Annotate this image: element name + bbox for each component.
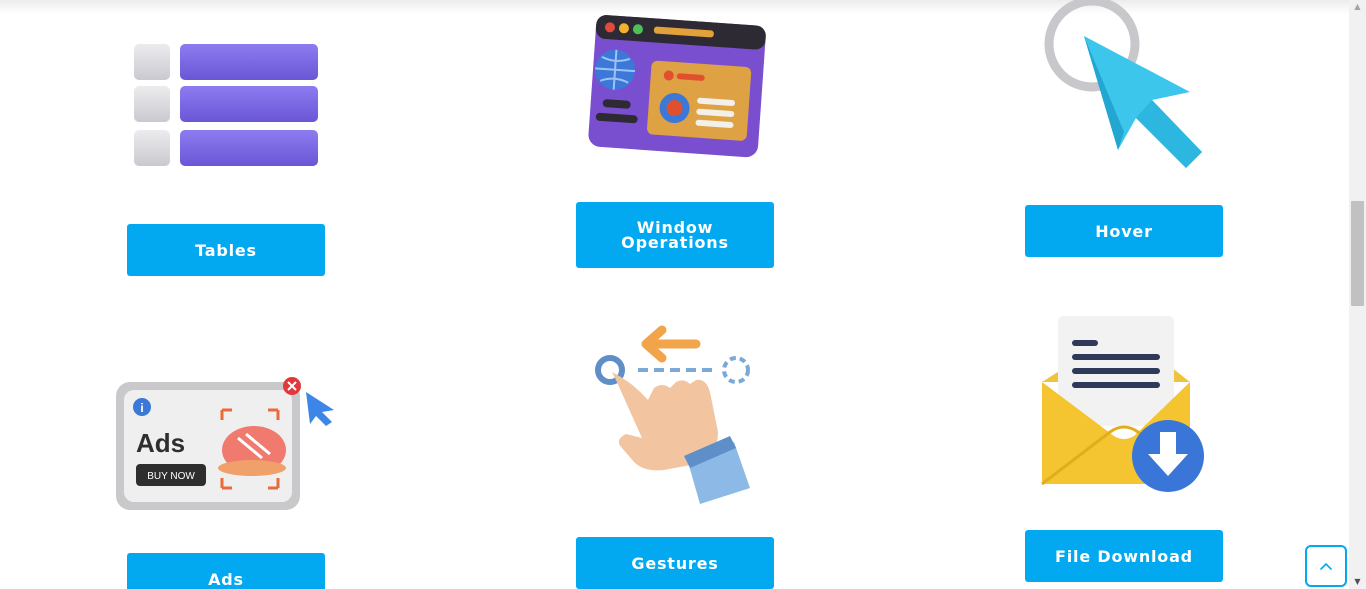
tables-label: Tables <box>195 240 257 260</box>
gestures-label: Gestures <box>631 553 719 573</box>
table-list-icon <box>134 44 318 166</box>
ads-label: Ads <box>208 569 244 589</box>
scroll-up-arrow-icon[interactable]: ▲ <box>1349 0 1366 14</box>
mouse-pointer-icon <box>1044 0 1202 168</box>
window-operations-label-line2: Operations <box>621 233 729 252</box>
ad-buy-now-text: BUY NOW <box>147 471 195 482</box>
swipe-hand-icon <box>595 325 750 504</box>
features-page: Tables Window Operations Hover i Ads BUY… <box>0 0 1349 589</box>
gestures-button[interactable]: Gestures <box>576 537 774 589</box>
envelope-download-icon <box>1041 316 1204 492</box>
ad-banner-icon: i Ads BUY NOW <box>116 377 334 510</box>
scroll-to-top-button[interactable] <box>1305 545 1347 587</box>
scrollbar-thumb[interactable] <box>1351 201 1364 306</box>
file-download-label: File Download <box>1055 546 1193 566</box>
ad-info-text: i <box>140 401 143 415</box>
ad-illus-title: Ads <box>136 428 185 458</box>
hover-button[interactable]: Hover <box>1025 205 1223 257</box>
file-download-button[interactable]: File Download <box>1025 530 1223 582</box>
window-operations-button[interactable]: Window Operations <box>576 202 774 268</box>
browser-window-icon <box>588 15 766 158</box>
hover-label: Hover <box>1095 221 1153 241</box>
vertical-scrollbar[interactable]: ▲ ▼ <box>1349 0 1366 589</box>
scroll-down-arrow-icon[interactable]: ▼ <box>1349 575 1366 589</box>
ads-button[interactable]: Ads <box>127 553 325 589</box>
chevron-up-icon <box>1320 562 1332 570</box>
tables-button[interactable]: Tables <box>127 224 325 276</box>
